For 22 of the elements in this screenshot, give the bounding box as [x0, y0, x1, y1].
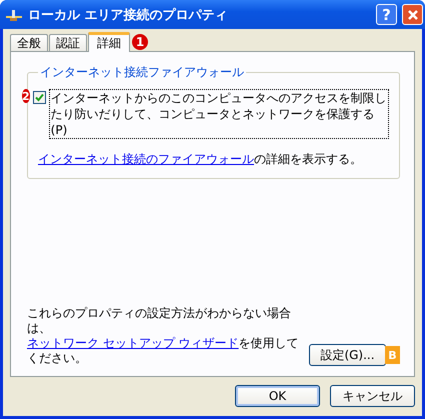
tab[interactable]: 認証 — [49, 34, 87, 51]
checkbox[interactable] — [32, 91, 46, 104]
wizard-link[interactable]: ネットワーク セットアップ ウィザード — [27, 336, 239, 350]
check-icon — [34, 93, 44, 102]
tab[interactable]: 全般 — [10, 34, 48, 51]
cancel-button[interactable]: キャンセル — [330, 385, 415, 407]
annotation-marker: 2 — [22, 89, 30, 103]
help-text: これらのプロパティの設定方法がわからない場合は、 ネットワーク セットアップ ウィザード を使用してください。 — [27, 306, 300, 366]
group-title: インターネット接続ファイアウォール — [39, 64, 245, 81]
info-text: インターネット接続のファイアウォールの詳細を表示する。 — [38, 151, 363, 168]
ok-button[interactable]: OK — [235, 385, 320, 407]
tab[interactable]: 詳細 — [88, 32, 130, 52]
settings-button[interactable]: 設定(G)... — [309, 344, 386, 366]
network-icon — [5, 8, 23, 22]
annotation-marker: 1 — [132, 34, 148, 50]
help-button[interactable]: ? — [376, 4, 397, 25]
close-button[interactable] — [402, 4, 423, 25]
close-icon — [406, 8, 418, 20]
window-title: ローカル エリア接続のプロパティ — [28, 6, 229, 24]
annotation-marker: B — [385, 346, 400, 364]
firewall-link[interactable]: インターネット接続のファイアウォール — [38, 152, 254, 166]
checkbox-label[interactable]: インターネットからのこのコンピュータへのアクセスを制限したり防いだりして、コンピュータとネットワークを保護する(P) — [48, 89, 389, 139]
